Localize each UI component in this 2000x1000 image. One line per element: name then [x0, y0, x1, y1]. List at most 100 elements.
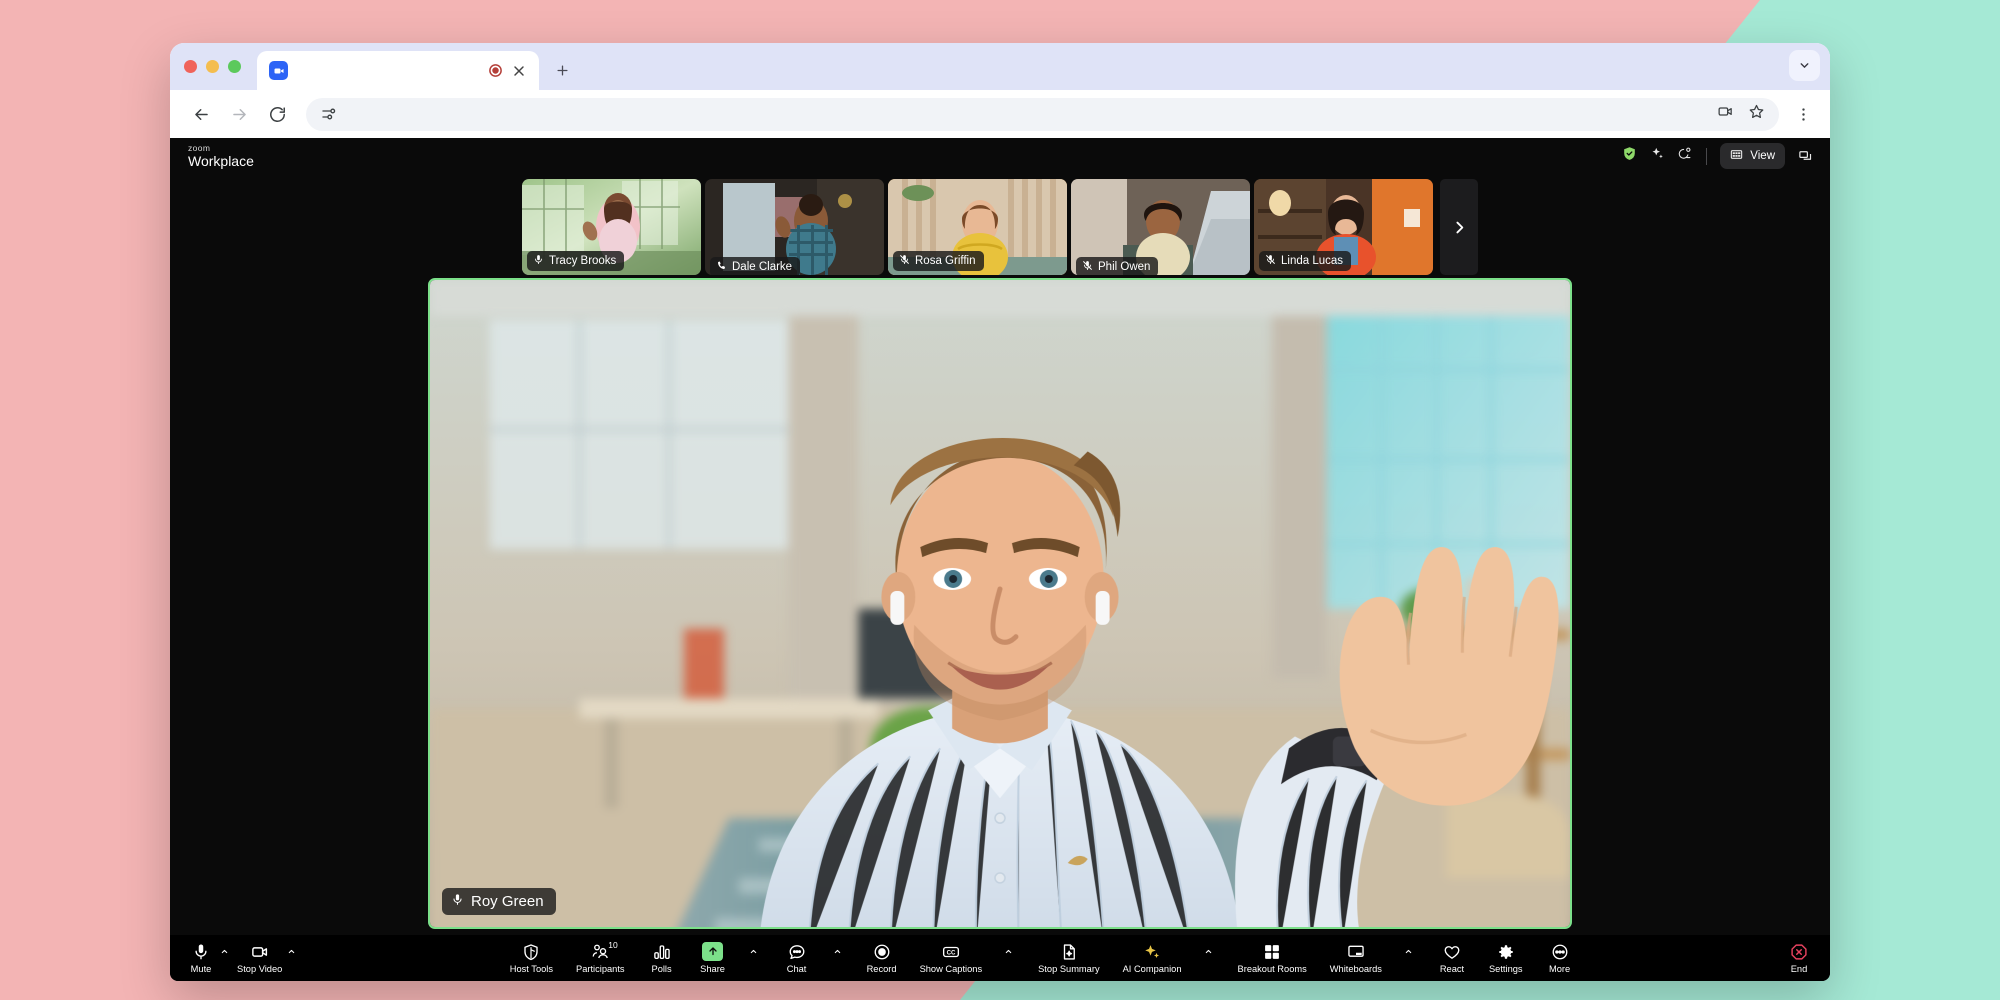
- recording-indicator[interactable]: [488, 63, 503, 78]
- participants-button[interactable]: 10 Participants: [573, 940, 628, 975]
- show-captions-button[interactable]: CC Show Captions: [917, 942, 986, 975]
- sparkle-icon[interactable]: [1650, 146, 1665, 166]
- page-settings-icon[interactable]: [320, 105, 338, 123]
- chat-button[interactable]: Chat: [780, 942, 814, 975]
- breakout-rooms-button[interactable]: Breakout Rooms: [1235, 942, 1310, 975]
- stop-summary-button[interactable]: Stop Summary: [1035, 942, 1102, 974]
- thumbnail-label: Dale Clarke: [710, 257, 801, 275]
- participants-label: Participants: [576, 964, 625, 975]
- ai-companion-button[interactable]: AI Companion: [1120, 942, 1185, 975]
- share-button[interactable]: Share: [696, 941, 730, 975]
- thumbnail-name: Tracy Brooks: [549, 255, 617, 267]
- ai-companion-label: AI Companion: [1122, 964, 1182, 975]
- back-button[interactable]: [186, 99, 217, 130]
- star-icon[interactable]: [1748, 103, 1765, 125]
- whiteboards-label: Whiteboards: [1329, 964, 1382, 975]
- chevron-up-icon: [1205, 949, 1211, 954]
- grid-view-icon: [1730, 148, 1743, 164]
- gear-icon: [1497, 942, 1515, 961]
- captions-options-caret[interactable]: [1004, 947, 1016, 969]
- participant-thumbnail-dale-clarke[interactable]: Dale Clarke: [705, 179, 884, 275]
- sparkle-icon: [1143, 942, 1161, 961]
- window-traffic-lights: [184, 43, 257, 90]
- whiteboards-options-caret[interactable]: [1404, 947, 1416, 969]
- thumbnail-name: Dale Clarke: [732, 261, 793, 273]
- chevron-up-icon: [1005, 949, 1012, 954]
- mute-options-caret[interactable]: [220, 947, 232, 969]
- active-speaker-label: Roy Green: [442, 888, 556, 915]
- browser-tab-strip: [170, 43, 1830, 90]
- main-video-stage: Roy Green: [170, 278, 1830, 935]
- video-options-caret[interactable]: [287, 947, 299, 969]
- minimize-window-icon[interactable]: [1798, 148, 1814, 164]
- thumbnail-label: Rosa Griffin: [893, 251, 984, 271]
- host-tools-button[interactable]: Host Tools: [507, 942, 556, 975]
- browser-toolbar: [170, 90, 1830, 138]
- stop-video-button[interactable]: Stop Video: [234, 942, 285, 975]
- zoom-favicon: [269, 61, 288, 80]
- close-window-button[interactable]: [184, 60, 197, 73]
- breakout-rooms-label: Breakout Rooms: [1237, 964, 1307, 975]
- chevron-up-icon: [289, 949, 295, 954]
- forward-button[interactable]: [224, 99, 255, 130]
- camera-permission-icon[interactable]: [1717, 103, 1734, 125]
- host-tools-label: Host Tools: [509, 964, 553, 975]
- new-tab-button[interactable]: [547, 51, 577, 90]
- mic-on-icon: [451, 893, 464, 910]
- record-button[interactable]: Record: [864, 942, 900, 975]
- maximize-window-button[interactable]: [228, 60, 241, 73]
- thumbnail-name: Linda Lucas: [1281, 255, 1344, 267]
- end-meeting-button[interactable]: End: [1782, 942, 1816, 975]
- thumbnail-name: Phil Owen: [1098, 261, 1151, 273]
- minimize-window-button[interactable]: [206, 60, 219, 73]
- browser-tab-zoom[interactable]: [257, 51, 539, 90]
- thumbnail-label: Linda Lucas: [1259, 251, 1352, 271]
- chat-label: Chat: [786, 964, 807, 975]
- active-speaker-video[interactable]: Roy Green: [428, 278, 1572, 929]
- chevron-up-icon: [750, 949, 756, 954]
- participant-thumbnail-tracy-brooks[interactable]: Tracy Brooks: [522, 179, 701, 275]
- record-label: Record: [866, 964, 897, 975]
- end-label: End: [1790, 964, 1808, 975]
- kebab-menu-icon[interactable]: [1792, 99, 1814, 130]
- more-label: More: [1548, 964, 1571, 975]
- participant-filmstrip: Tracy Brooks Dale Clarke Rosa Griffin Ph…: [170, 174, 1830, 278]
- address-bar[interactable]: [306, 97, 1779, 131]
- heart-icon: [1443, 942, 1461, 961]
- grid-squares-icon: [1263, 942, 1281, 961]
- shield-check-icon[interactable]: [1622, 146, 1637, 166]
- share-options-caret[interactable]: [749, 947, 761, 969]
- react-button[interactable]: React: [1435, 942, 1469, 974]
- polls-button[interactable]: Polls: [645, 942, 679, 974]
- more-button[interactable]: More: [1543, 942, 1577, 975]
- zoom-meeting-toolbar: Mute Stop Video Host Tools 10 Participan…: [170, 935, 1830, 981]
- mute-button[interactable]: Mute: [184, 942, 218, 974]
- whiteboards-button[interactable]: Whiteboards: [1327, 942, 1385, 975]
- chevron-up-icon: [834, 949, 840, 954]
- mic-off-icon: [1265, 254, 1276, 268]
- show-captions-label: Show Captions: [919, 964, 983, 975]
- ai-companion-options-caret[interactable]: [1204, 947, 1216, 969]
- closed-caption-icon: CC: [942, 942, 960, 961]
- shield-icon: [522, 942, 540, 961]
- reload-button[interactable]: [262, 99, 293, 130]
- thumbnail-label: Tracy Brooks: [527, 251, 625, 271]
- ellipsis-circle-icon: [1551, 942, 1569, 961]
- network-status-icon[interactable]: [1678, 146, 1693, 166]
- close-tab-button[interactable]: [511, 63, 527, 79]
- whiteboard-icon: [1347, 942, 1365, 961]
- participant-thumbnail-linda-lucas[interactable]: Linda Lucas: [1254, 179, 1433, 275]
- stop-video-label: Stop Video: [237, 964, 283, 975]
- svg-text:CC: CC: [946, 949, 955, 956]
- settings-button[interactable]: Settings: [1486, 942, 1526, 974]
- logo-line-workplace: Workplace: [188, 153, 254, 170]
- tab-search-chevron-button[interactable]: [1789, 50, 1820, 81]
- toolbar-center-group: Host Tools 10 Participants Polls Share C…: [507, 940, 1577, 975]
- chat-options-caret[interactable]: [833, 947, 845, 969]
- participant-thumbnail-rosa-griffin[interactable]: Rosa Griffin: [888, 179, 1067, 275]
- participants-icon: 10: [591, 940, 618, 961]
- filmstrip-next-button[interactable]: [1440, 179, 1478, 275]
- view-button[interactable]: View: [1720, 143, 1785, 169]
- participant-thumbnail-phil-owen[interactable]: Phil Owen: [1071, 179, 1250, 275]
- share-label: Share: [700, 964, 725, 975]
